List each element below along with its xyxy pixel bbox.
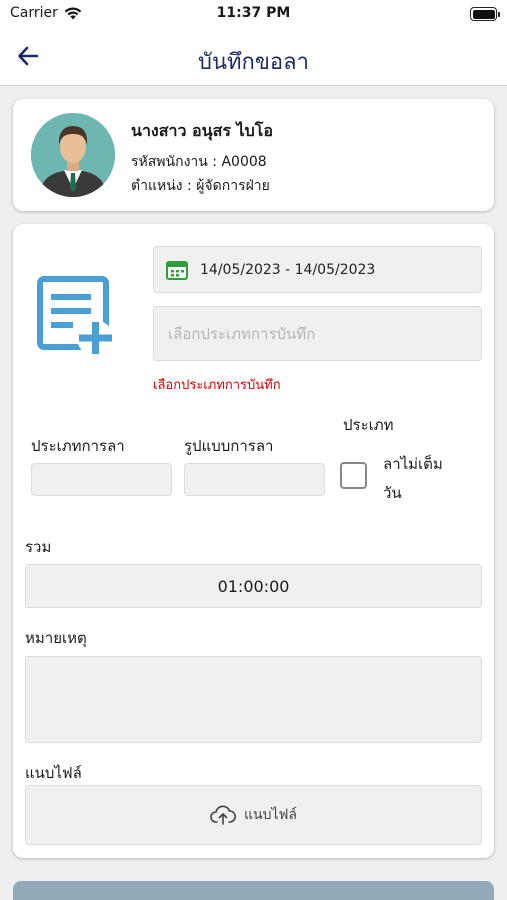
submit-button[interactable]: [13, 881, 494, 900]
attach-label: แนบไฟล์: [25, 764, 82, 782]
avatar: [31, 113, 115, 197]
leave-type-label: ประเภทการลา: [31, 437, 125, 455]
attach-file-button[interactable]: แนบไฟล์: [25, 785, 482, 845]
date-range-value: 14/05/2023 - 14/05/2023: [200, 261, 376, 278]
category-label: ประเภท: [343, 416, 394, 434]
partial-day-label-line2: วัน: [383, 484, 402, 502]
partial-day-checkbox[interactable]: [340, 462, 367, 489]
leave-format-select[interactable]: [184, 463, 325, 496]
document-add-icon: [37, 276, 115, 356]
record-type-placeholder: เลือกประเภทการบันทึก: [168, 324, 316, 343]
employee-position: ตำแหน่ง : ผู้จัดการฝ่าย: [131, 178, 270, 194]
total-label: รวม: [25, 538, 52, 556]
leave-format-label: รูปแบบการลา: [184, 437, 274, 455]
employee-profile-card: นางสาว อนุสร ไบโอ รหัสพนักงาน : A0008 ตำ…: [13, 99, 494, 211]
status-bar: Carrier 11:37 PM: [0, 0, 507, 30]
note-textarea[interactable]: [25, 656, 482, 743]
leave-type-select[interactable]: [31, 463, 172, 496]
date-range-picker[interactable]: 14/05/2023 - 14/05/2023: [153, 246, 482, 293]
total-duration-value: 01:00:00: [217, 576, 290, 596]
record-type-select[interactable]: เลือกประเภทการบันทึก: [153, 306, 482, 361]
employee-id: รหัสพนักงาน : A0008: [131, 154, 267, 170]
partial-day-label-line1: ลาไม่เต็ม: [383, 455, 443, 473]
attach-file-label: แนบไฟล์: [243, 807, 297, 823]
leave-request-form: 14/05/2023 - 14/05/2023 เลือกประเภทการบั…: [13, 224, 494, 858]
calendar-icon: [166, 260, 188, 280]
page-title: บันทึกขอลา: [198, 50, 309, 75]
record-type-error: เลือกประเภทการบันทึก: [153, 378, 281, 393]
clock: 11:37 PM: [216, 5, 291, 21]
cloud-upload-icon: [210, 805, 236, 825]
navigation-bar: บันทึกขอลา: [0, 30, 507, 86]
note-label: หมายเหตุ: [25, 629, 87, 647]
total-duration-field: 01:00:00: [25, 564, 482, 608]
employee-name: นางสาว อนุสร ไบโอ: [131, 121, 273, 140]
battery-icon: [470, 7, 500, 21]
